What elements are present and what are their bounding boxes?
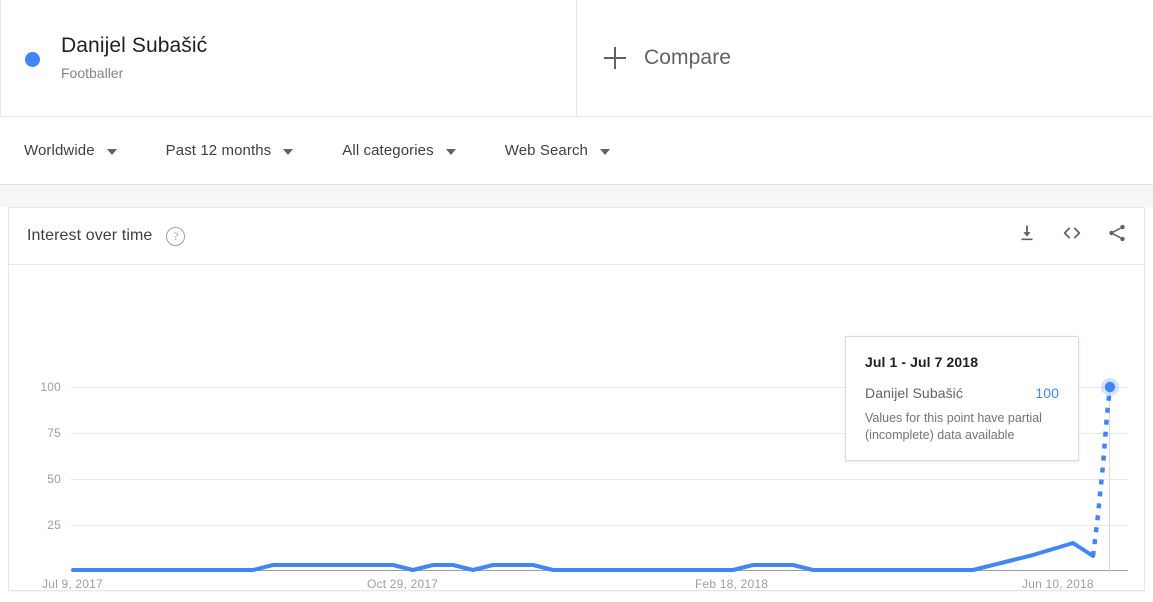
x-axis-tick-2: Feb 18, 2018	[695, 577, 769, 591]
tooltip-series-row: Danijel Subašić 100	[865, 385, 1059, 401]
tooltip-series-name: Danijel Subašić	[865, 385, 963, 401]
plus-icon	[604, 47, 626, 69]
add-comparison-button[interactable]: Compare	[577, 0, 1153, 116]
chevron-down-icon	[600, 148, 610, 155]
filter-category-label: All categories	[342, 142, 434, 159]
filter-location[interactable]: Worldwide	[24, 142, 117, 159]
share-icon[interactable]	[1106, 222, 1128, 249]
x-axis-tick-1: Oct 29, 2017	[367, 577, 439, 591]
card-actions	[1016, 222, 1128, 249]
filter-search-type[interactable]: Web Search	[505, 142, 610, 159]
tooltip-date-range: Jul 1 - Jul 7 2018	[865, 354, 979, 370]
filter-search-type-label: Web Search	[504, 142, 588, 159]
trend-line-dashed-partial	[1090, 386, 1113, 557]
tooltip-series-value: 100	[1035, 385, 1059, 401]
card-title: Interest over time	[27, 227, 153, 244]
chevron-down-icon	[106, 148, 117, 155]
help-icon[interactable]: ?	[166, 226, 186, 246]
chart-tooltip: Jul 1 - Jul 7 2018 Danijel Subašić 100 V…	[845, 336, 1079, 461]
x-axis-tick-0: Jul 9, 2017	[42, 577, 103, 591]
filter-category[interactable]: All categories	[342, 142, 456, 159]
search-term-subtitle: Footballer	[61, 65, 124, 81]
series-color-dot-icon	[25, 51, 40, 67]
highlight-point-marker[interactable]	[1104, 381, 1116, 393]
filter-time-range-label: Past 12 months	[165, 142, 272, 159]
filter-time-range[interactable]: Past 12 months	[166, 142, 294, 159]
search-term-card[interactable]: Danijel Subašić Footballer	[0, 0, 577, 116]
tooltip-partial-data-note: Values for this point have partial (inco…	[865, 411, 1042, 442]
card-header: Interest over time ?	[9, 208, 1144, 265]
trends-page: Danijel Subašić Footballer Compare World…	[0, 0, 1153, 602]
filter-bar: Worldwide Past 12 months All categories …	[0, 117, 1153, 185]
search-term-title: Danijel Subašić	[61, 34, 208, 57]
search-term-bar: Danijel Subašić Footballer Compare	[0, 0, 1153, 117]
download-icon[interactable]	[1016, 222, 1038, 249]
compare-label: Compare	[644, 46, 732, 69]
search-term-texts: Danijel Subašić Footballer	[61, 33, 207, 83]
x-axis-tick-3: Jun 10, 2018	[1022, 577, 1094, 591]
embed-code-icon[interactable]	[1061, 222, 1083, 249]
section-gap	[0, 185, 1153, 207]
chevron-down-icon	[445, 148, 456, 155]
chevron-down-icon	[283, 148, 294, 155]
trend-line-solid	[71, 541, 1095, 572]
filter-location-label: Worldwide	[24, 142, 95, 159]
